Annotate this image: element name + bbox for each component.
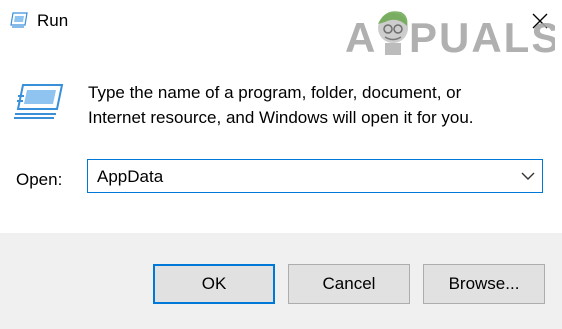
browse-button[interactable]: Browse... [423, 264, 545, 304]
window-title: Run [37, 11, 69, 30]
run-app-icon [10, 12, 28, 28]
close-button[interactable] [520, 4, 560, 38]
chevron-down-icon[interactable] [520, 169, 536, 183]
ok-button[interactable]: OK [153, 264, 275, 304]
title-bar: Run [0, 0, 562, 44]
open-label: Open: [16, 170, 63, 189]
close-icon [532, 13, 548, 29]
instruction-line-2: Internet resource, and Windows will open… [88, 108, 474, 127]
run-dialog: Run A PUALS Type the name of a program, … [0, 0, 562, 329]
instruction-text: Type the name of a program, folder, docu… [88, 80, 528, 130]
open-input-value[interactable]: AppData [97, 167, 163, 187]
run-app-icon [14, 84, 64, 119]
instruction-line-1: Type the name of a program, folder, docu… [88, 83, 462, 102]
cancel-button[interactable]: Cancel [288, 264, 410, 304]
open-combobox[interactable]: AppData [87, 159, 543, 193]
